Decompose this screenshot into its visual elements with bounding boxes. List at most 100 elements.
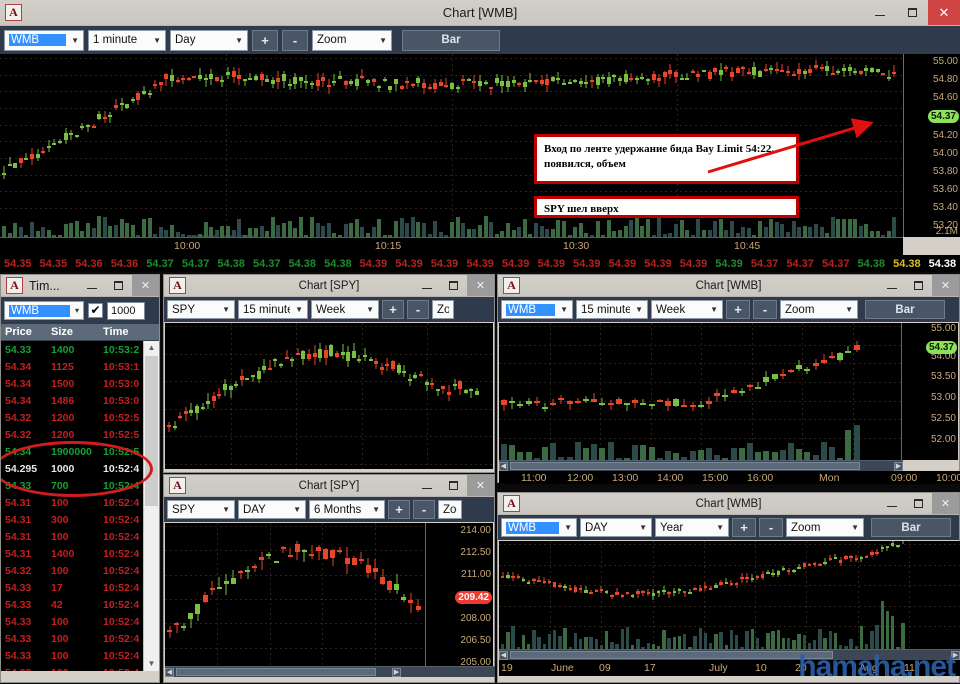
interval-select[interactable]: DAY ▼: [580, 518, 652, 537]
period-select[interactable]: 6 Months ▼: [309, 500, 385, 519]
zoom-in-button[interactable]: +: [252, 29, 278, 51]
table-row[interactable]: 54.34 1486 10:53:0: [1, 392, 159, 409]
scroll-thumb[interactable]: [145, 356, 158, 506]
main-chart-plot[interactable]: TH Вход по ленте удержание бида Bay Limi…: [0, 54, 903, 237]
scroll-right-icon[interactable]: ▶: [392, 667, 401, 677]
spy-intraday-plot[interactable]: [165, 323, 493, 469]
period-select[interactable]: Week ▼: [311, 300, 379, 319]
bar-style-button[interactable]: Bar: [402, 29, 500, 51]
zoom-out-button[interactable]: -: [759, 518, 783, 537]
ts-titlebar[interactable]: A Tim... ✕: [1, 275, 159, 297]
scroll-up-icon[interactable]: ▲: [144, 341, 159, 355]
close-icon[interactable]: ✕: [467, 275, 494, 296]
zoom-select[interactable]: Zo: [432, 300, 454, 319]
maximize-icon[interactable]: [905, 493, 932, 514]
zoom-in-button[interactable]: +: [732, 518, 756, 537]
maximize-icon[interactable]: [440, 275, 467, 296]
wmb-intraday-hscrollbar[interactable]: ◀ ▶: [499, 460, 903, 471]
minimize-icon[interactable]: [78, 275, 105, 296]
bar-style-button[interactable]: Bar: [871, 518, 951, 537]
symbol-select[interactable]: WMB ▼: [501, 518, 577, 537]
interval-select[interactable]: 15 minutes ▼: [238, 300, 308, 319]
scroll-left-icon[interactable]: ◀: [499, 650, 508, 660]
close-icon[interactable]: ✕: [467, 475, 494, 496]
table-row[interactable]: 54.3310010:52:4: [1, 630, 159, 647]
zoom-in-button[interactable]: +: [388, 500, 410, 519]
table-row[interactable]: 54.31 300 10:52:4: [1, 511, 159, 528]
bar-style-button[interactable]: Bar: [865, 300, 945, 319]
wmb-daily-plot[interactable]: [499, 541, 960, 649]
wmb-intraday-plot[interactable]: [499, 323, 903, 460]
scroll-left-icon[interactable]: ◀: [499, 461, 508, 471]
scroll-thumb[interactable]: [510, 651, 833, 659]
table-row[interactable]: 54.3310010:52:4: [1, 613, 159, 630]
minimize-icon[interactable]: [413, 475, 440, 496]
maximize-icon[interactable]: [905, 275, 932, 296]
symbol-select[interactable]: SPY ▼: [167, 500, 235, 519]
minimize-icon[interactable]: [878, 493, 905, 514]
table-row[interactable]: 54.33 42 10:52:4: [1, 596, 159, 613]
table-row[interactable]: 54.34 1125 10:53:1: [1, 358, 159, 375]
maximize-icon[interactable]: [105, 275, 132, 296]
spy-daily-hscrollbar[interactable]: ◀ ▶: [165, 666, 495, 677]
zoom-out-button[interactable]: -: [753, 300, 777, 319]
table-row[interactable]: 54.32 1200 10:52:5: [1, 426, 159, 443]
zoom-select[interactable]: Zoom ▼: [786, 518, 864, 537]
wmb-intraday-titlebar[interactable]: A Chart [WMB] ✕: [498, 275, 959, 297]
spy-daily-plot[interactable]: [165, 523, 427, 675]
spy-daily-titlebar[interactable]: A Chart [SPY] ✕: [164, 475, 494, 497]
maximize-icon[interactable]: [440, 475, 467, 496]
period-select[interactable]: Day ▼: [170, 29, 248, 51]
table-row[interactable]: 54.31 100 10:52:4: [1, 494, 159, 511]
close-icon[interactable]: ✕: [932, 275, 959, 296]
scroll-right-icon[interactable]: ▶: [894, 461, 903, 471]
scroll-thumb[interactable]: [176, 668, 376, 676]
maximize-icon[interactable]: [896, 0, 928, 25]
zoom-out-button[interactable]: -: [282, 29, 308, 51]
zoom-in-button[interactable]: +: [382, 300, 404, 319]
zoom-out-button[interactable]: -: [413, 500, 435, 519]
scroll-left-icon[interactable]: ◀: [165, 667, 174, 677]
minimize-icon[interactable]: [864, 0, 896, 25]
ts-quantity-input[interactable]: 1000: [107, 301, 145, 320]
table-row[interactable]: 54.34 1500 10:53:0: [1, 375, 159, 392]
ts-scrollbar[interactable]: ▲ ▼: [143, 341, 159, 671]
zoom-select[interactable]: Zoo: [438, 500, 462, 519]
interval-select[interactable]: 1 minute ▼: [88, 29, 166, 51]
close-icon[interactable]: ✕: [132, 275, 159, 296]
ts-symbol-select[interactable]: WMB ▾: [4, 301, 84, 320]
table-row[interactable]: 54.31 100 10:52:4: [1, 528, 159, 545]
zoom-in-button[interactable]: +: [726, 300, 750, 319]
symbol-select[interactable]: SPY ▼: [167, 300, 235, 319]
ts-rows-container[interactable]: 54.33 1400 10:53:2 54.34 1125 10:53:1 54.34 150…: [1, 341, 159, 671]
minimize-icon[interactable]: [413, 275, 440, 296]
table-row[interactable]: 54.33 700 10:52:4: [1, 477, 159, 494]
ts-filter-checkbox[interactable]: ✔: [88, 303, 103, 318]
wmb-daily-titlebar[interactable]: A Chart [WMB] ✕: [498, 493, 959, 515]
table-row[interactable]: 54.295 1000 10:52:4: [1, 460, 159, 477]
zoom-select[interactable]: Zoom ▼: [780, 300, 858, 319]
table-row[interactable]: 54.34 1900000 10:52:5: [1, 443, 159, 460]
table-row[interactable]: 54.31 1400 10:52:4: [1, 545, 159, 562]
table-row[interactable]: 54.3310010:52:4: [1, 647, 159, 664]
scroll-thumb[interactable]: [510, 462, 860, 470]
spy-intraday-titlebar[interactable]: A Chart [SPY] ✕: [164, 275, 494, 297]
zoom-select[interactable]: Zoom ▼: [312, 29, 392, 51]
table-row[interactable]: 54.32 100 10:52:4: [1, 562, 159, 579]
table-row[interactable]: 54.33 17 10:52:4: [1, 579, 159, 596]
symbol-select[interactable]: WMB ▼: [501, 300, 573, 319]
main-window-titlebar[interactable]: A Chart [WMB] ✕: [0, 0, 960, 26]
scroll-down-icon[interactable]: ▼: [144, 657, 159, 671]
zoom-out-button[interactable]: -: [407, 300, 429, 319]
table-row[interactable]: 54.3310010:52:4: [1, 664, 159, 672]
table-row[interactable]: 54.33 1400 10:53:2: [1, 341, 159, 358]
symbol-select[interactable]: WMB ▼: [4, 29, 84, 51]
minimize-icon[interactable]: [878, 275, 905, 296]
interval-select[interactable]: DAY ▼: [238, 500, 306, 519]
period-select[interactable]: Week ▼: [651, 300, 723, 319]
period-select[interactable]: Year ▼: [655, 518, 729, 537]
table-row[interactable]: 54.32 1200 10:52:5: [1, 409, 159, 426]
interval-select[interactable]: 15 minutes ▼: [576, 300, 648, 319]
close-icon[interactable]: ✕: [932, 493, 959, 514]
close-icon[interactable]: ✕: [928, 0, 960, 25]
